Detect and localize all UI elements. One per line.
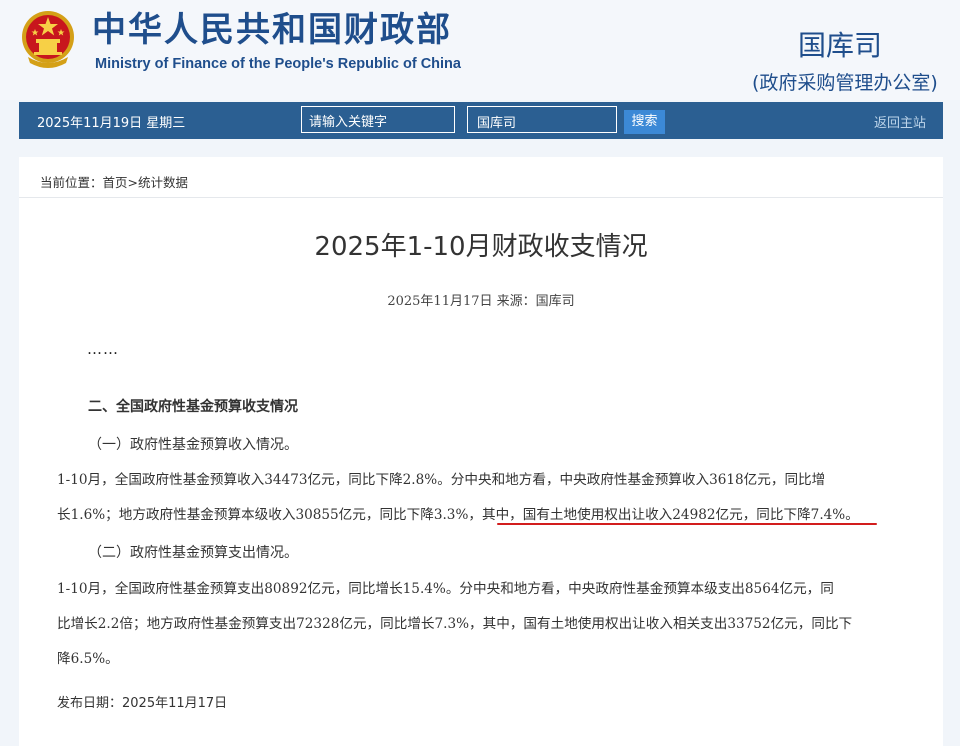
income-paragraph-line: 长1.6%；地方政府性基金预算本级收入30855亿元，同比下降3.3%，其中，国…	[57, 507, 859, 523]
current-date: 2025年11月19日 星期三	[37, 116, 186, 131]
department-subtitle: (政府采购管理办公室)	[752, 72, 938, 94]
national-emblem-icon	[22, 11, 74, 68]
income-paragraph-line: 1-10月，全国政府性基金预算收入34473亿元，同比下降2.8%。分中央和地方…	[57, 472, 826, 488]
expenditure-paragraph-line: 1-10月，全国政府性基金预算支出80892亿元，同比增长15.4%。分中央和地…	[57, 581, 834, 597]
expenditure-paragraph-line: 比增长2.2倍；地方政府性基金预算支出72328亿元，同比增长7.3%，其中，国…	[57, 616, 853, 632]
expenditure-paragraph: 1-10月，全国政府性基金预算支出80892亿元，同比增长15.4%。分中央和地…	[57, 572, 909, 677]
return-home-link[interactable]: 返回主站	[874, 112, 926, 131]
department-select[interactable]: 国库司	[467, 106, 617, 133]
article-meta: 2025年11月17日 来源：国库司	[387, 294, 575, 309]
top-navbar: 2025年11月19日 星期三 请输入关键字 国库司 搜索 返回主站	[19, 102, 943, 139]
subsection-heading-income: （一）政府性基金预算收入情况。	[88, 437, 298, 453]
breadcrumb: 当前位置：首页>统计数据	[40, 175, 188, 190]
article-panel: 当前位置：首页>统计数据 2025年1-10月财政收支情况 2025年11月17…	[19, 157, 943, 746]
site-header: 中华人民共和国财政部 Ministry of Finance of the Pe…	[0, 0, 960, 100]
department-name: 国库司	[798, 29, 883, 62]
search-button[interactable]: 搜索	[624, 110, 665, 134]
subsection-heading-expenditure: （二）政府性基金预算支出情况。	[88, 545, 298, 561]
ministry-name-cn: 中华人民共和国财政部	[92, 10, 452, 50]
omitted-content-ellipsis: ……	[87, 340, 119, 358]
publish-date: 发布日期：2025年11月17日	[57, 696, 228, 711]
section-heading: 二、全国政府性基金预算收支情况	[88, 399, 298, 415]
expenditure-paragraph-line: 降6.5%。	[57, 651, 119, 667]
ministry-name-en: Ministry of Finance of the People's Repu…	[95, 56, 461, 72]
highlight-underline	[497, 523, 877, 525]
article-title: 2025年1-10月财政收支情况	[314, 232, 648, 262]
department-select-value: 国库司	[477, 116, 517, 131]
search-placeholder: 请输入关键字	[309, 115, 388, 130]
breadcrumb-divider	[19, 197, 943, 198]
search-input[interactable]: 请输入关键字	[301, 106, 455, 133]
